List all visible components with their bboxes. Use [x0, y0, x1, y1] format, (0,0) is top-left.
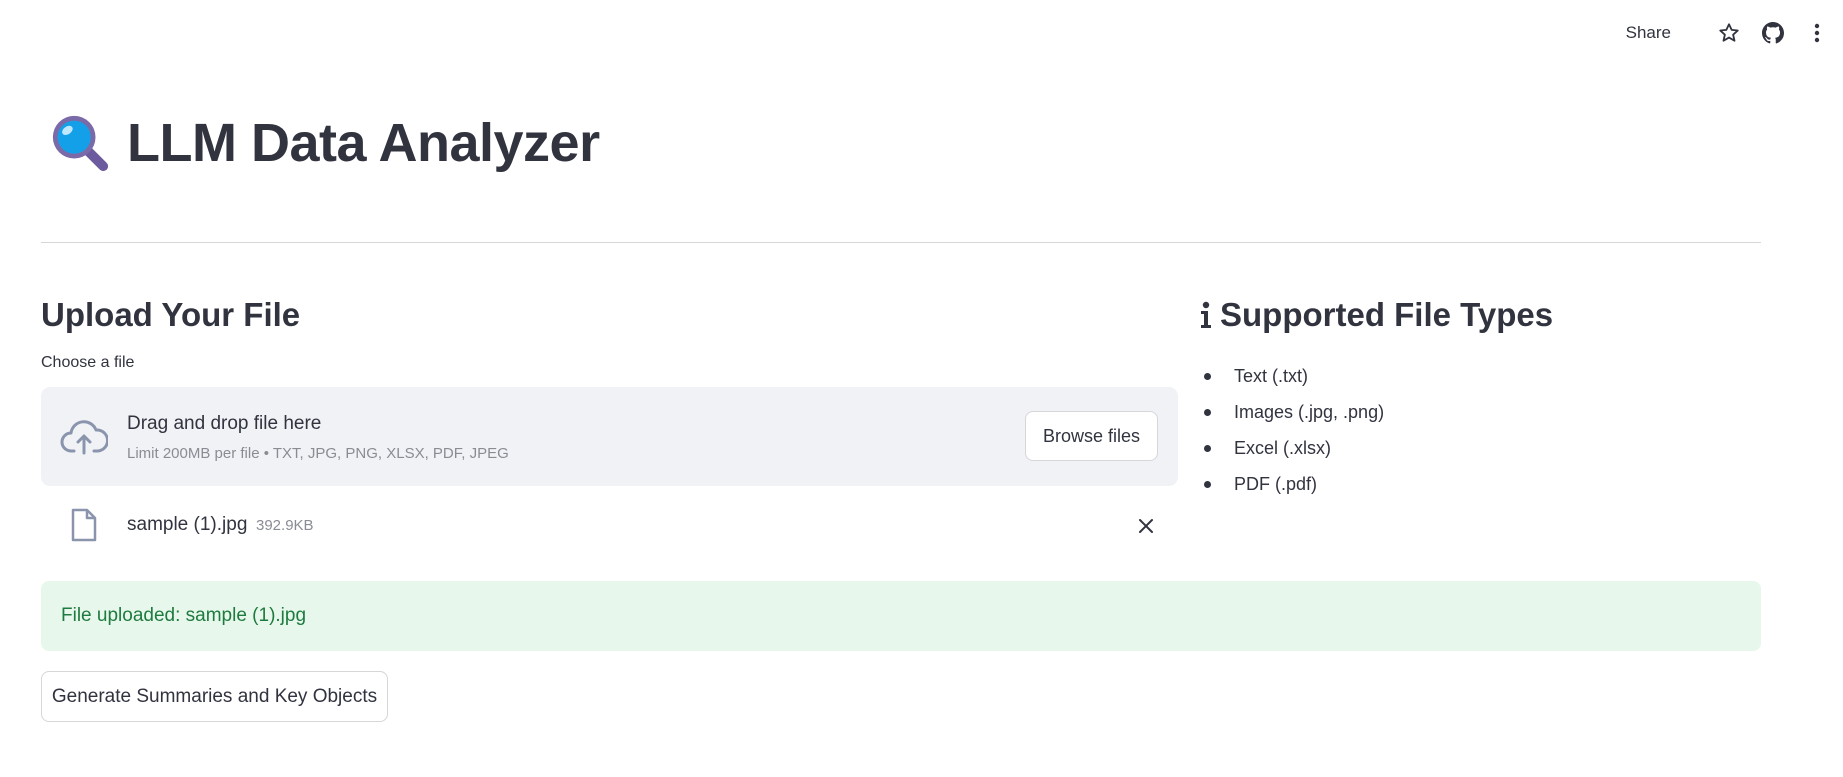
list-item: Images (.jpg, .png) — [1198, 394, 1758, 430]
upload-heading: Upload Your File — [41, 296, 301, 333]
star-icon[interactable] — [1717, 21, 1741, 45]
dropzone-title: Drag and drop file here — [127, 413, 322, 434]
upload-section: Upload Your File Choose a file Drag and … — [41, 290, 1178, 568]
file-dropzone[interactable]: Drag and drop file here Limit 200MB per … — [41, 387, 1178, 486]
supported-types-list: Text (.txt) Images (.jpg, .png) Excel (.… — [1198, 358, 1758, 502]
app-toolbar: Share — [1626, 0, 1843, 66]
header-divider — [41, 242, 1761, 243]
github-icon[interactable] — [1761, 21, 1785, 45]
uploaded-file-name: sample (1).jpg — [127, 514, 248, 535]
cloud-upload-icon — [60, 420, 108, 455]
info-icon — [1201, 301, 1211, 328]
more-vertical-icon[interactable] — [1805, 21, 1829, 45]
generate-summaries-button[interactable]: Generate Summaries and Key Objects — [41, 671, 388, 722]
uploaded-file-item: sample (1).jpg 392.9KB — [41, 486, 1178, 568]
file-uploader-label: Choose a file — [41, 354, 135, 371]
dropzone-text: Drag and drop file here Limit 200MB per … — [127, 412, 509, 463]
list-item: PDF (.pdf) — [1198, 466, 1758, 502]
page-header: LLM Data Analyzer — [49, 112, 600, 174]
uploaded-file-size: 392.9KB — [256, 517, 314, 534]
page-title: LLM Data Analyzer — [127, 113, 600, 173]
file-icon — [71, 508, 97, 542]
share-button[interactable]: Share — [1626, 23, 1671, 43]
magnifying-glass-icon — [52, 115, 109, 172]
dropzone-limit: Limit 200MB per file • TXT, JPG, PNG, XL… — [127, 445, 509, 462]
success-alert: File uploaded: sample (1).jpg — [41, 581, 1761, 651]
supported-types-section: Supported File Types Text (.txt) Images … — [1198, 290, 1758, 502]
list-item: Excel (.xlsx) — [1198, 430, 1758, 466]
supported-types-title: Supported File Types — [1220, 296, 1554, 333]
list-item: Text (.txt) — [1198, 358, 1758, 394]
close-icon[interactable] — [1136, 516, 1156, 536]
browse-files-button[interactable]: Browse files — [1025, 411, 1158, 461]
supported-types-heading: Supported File Types — [1198, 290, 1758, 340]
